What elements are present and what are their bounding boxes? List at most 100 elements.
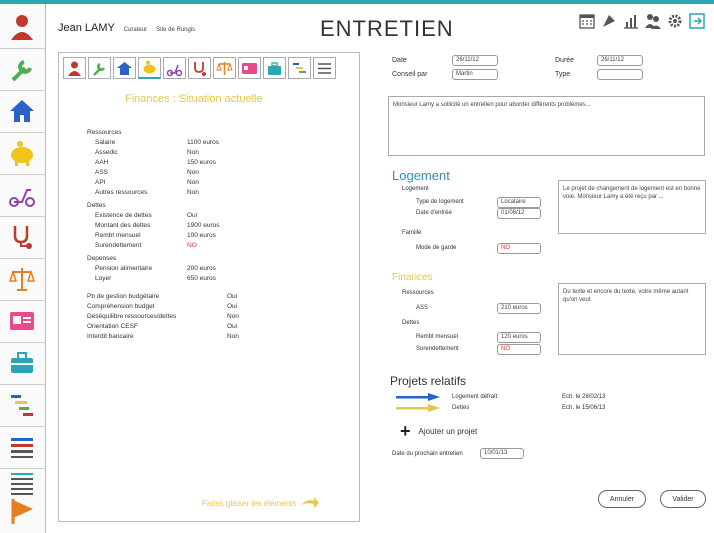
- table-row: Assedic Non: [95, 149, 199, 156]
- dettes-label: Dettes: [87, 202, 106, 209]
- scooter-icon[interactable]: [3, 176, 41, 214]
- table-row: Autres ressources Non: [95, 189, 199, 196]
- projets-heading: Projets relatifs: [390, 374, 467, 388]
- validate-button[interactable]: Valider: [660, 490, 706, 508]
- stethoscope-icon[interactable]: [3, 218, 41, 256]
- user-name: Jean LAMY: [58, 22, 115, 34]
- add-project-button[interactable]: + Ajouter un projet: [400, 421, 478, 441]
- date-entree-label: Date d'entrée: [416, 210, 452, 216]
- table-row: Compréhension budget Oui: [87, 303, 238, 310]
- table-row: AAH 150 euros: [95, 159, 216, 166]
- date-label: Date: [392, 57, 407, 64]
- tab-justice[interactable]: [213, 57, 236, 79]
- finances-notes[interactable]: Du texte et encore du texte, votre même …: [558, 283, 706, 355]
- table-row: Salaire 1100 euros: [95, 139, 220, 146]
- table-row: Pb de gestion budgétaire Oui: [87, 293, 238, 300]
- type-logement-field[interactable]: Locataire: [497, 197, 541, 208]
- ass-field[interactable]: 210 euros: [497, 303, 541, 314]
- table-row: API Non: [95, 179, 199, 186]
- category-tabs: [63, 57, 336, 79]
- table-row: Interdit bancaire Non: [87, 333, 239, 340]
- finances-table: Ressources Salaire 1100 euros Assedic Non …: [87, 125, 239, 342]
- scales-icon[interactable]: [3, 260, 41, 298]
- tab-home[interactable]: [113, 57, 136, 79]
- table-row: ASS Non: [95, 169, 199, 176]
- logement-heading: Logement: [392, 168, 450, 183]
- table-row: Orientation CESF Oui: [87, 323, 238, 330]
- tab-menu[interactable]: [313, 57, 336, 79]
- tab-wrench[interactable]: [88, 57, 111, 79]
- garde-label: Mode de garde: [416, 245, 457, 251]
- page-title: ENTRETIEN: [320, 16, 454, 41]
- tab-scooter[interactable]: [163, 57, 186, 79]
- dettes-right-label: Dettes: [402, 320, 420, 326]
- tab-health[interactable]: [188, 57, 211, 79]
- conseil-label: Conseil par: [392, 71, 428, 78]
- date-entree-field[interactable]: 01/08/12: [497, 208, 541, 219]
- tab-user[interactable]: [63, 57, 86, 79]
- finances-heading: Finances: [392, 272, 433, 283]
- chart-icon[interactable]: [622, 12, 640, 30]
- home-icon[interactable]: [3, 92, 41, 130]
- notes-textarea[interactable]: Monsieur Lamy a sollicité un entretien p…: [388, 96, 705, 156]
- duree-label: Durée: [555, 57, 575, 64]
- surendet-field[interactable]: NO: [497, 344, 541, 355]
- user-icon[interactable]: [3, 8, 41, 46]
- user-role: Curateur: [123, 27, 148, 33]
- id-card-icon[interactable]: [3, 302, 41, 340]
- wrench-icon[interactable]: [3, 50, 41, 88]
- garde-field[interactable]: NO: [497, 243, 541, 254]
- pen-nib-icon[interactable]: [600, 12, 618, 30]
- rembt-field[interactable]: 120 euros: [497, 332, 541, 343]
- drag-elements-link[interactable]: Faites glisser les éléments: [202, 496, 320, 510]
- date-field[interactable]: 26/11/12: [452, 55, 498, 66]
- table-row: Pension alimentaire 200 euros: [95, 265, 216, 272]
- add-project-label: Ajouter un projet: [418, 426, 478, 436]
- type-field[interactable]: [597, 69, 643, 80]
- user-header: Jean LAMY Curateur Site de Rungis: [58, 22, 195, 34]
- settings-gear-icon[interactable]: [666, 12, 684, 30]
- list-icon[interactable]: [3, 428, 41, 466]
- top-toolbar: [578, 12, 706, 30]
- next-meeting-field[interactable]: 10/01/13: [480, 448, 524, 459]
- table-row: Surendettement NO: [95, 242, 197, 249]
- plus-icon: +: [400, 421, 411, 441]
- surendet-label: Surendettement: [416, 346, 459, 352]
- arrow-right-icon: [396, 393, 440, 401]
- top-accent-line: [0, 0, 714, 4]
- table-row: Montant des dettes 1900 euros: [95, 222, 220, 229]
- table-row: Loyer 650 euros: [95, 275, 216, 282]
- briefcase-icon[interactable]: [3, 344, 41, 382]
- user-site: Site de Rungis: [156, 27, 196, 33]
- tab-identity[interactable]: [238, 57, 261, 79]
- arrow-right-icon: [301, 497, 320, 508]
- logout-icon[interactable]: [688, 12, 706, 30]
- next-meeting-label: Date du prochain entretien: [392, 451, 463, 457]
- finances-panel: Finances : Situation actuelle Ressources…: [58, 52, 360, 522]
- type-logement-label: Type de logement: [416, 199, 464, 205]
- tab-projects[interactable]: [288, 57, 311, 79]
- piggy-bank-icon[interactable]: [3, 134, 41, 172]
- finances-title: Finances : Situation actuelle: [125, 93, 263, 105]
- logement-group-label: Logement: [402, 186, 429, 192]
- tab-work[interactable]: [263, 57, 286, 79]
- flag-icon[interactable]: [3, 492, 41, 530]
- conseil-field[interactable]: Martin: [452, 69, 498, 80]
- table-row: Rembt mensuel 100 euros: [95, 232, 216, 239]
- gantt-icon[interactable]: [3, 386, 41, 424]
- ressources-label: Ressources: [87, 129, 122, 136]
- cancel-button[interactable]: Annuler: [598, 490, 646, 508]
- table-row: Déséquilibre ressources/dettes Non: [87, 313, 239, 320]
- calendar-icon[interactable]: [578, 12, 596, 30]
- type-label: Type: [555, 71, 571, 78]
- table-row: Existence de dettes Oui: [95, 212, 198, 219]
- left-nav-bar: [0, 4, 46, 533]
- drag-elements-label: Faites glisser les éléments: [202, 498, 297, 508]
- project-item-logement[interactable]: Logement défraît Ech. le 28/02/13: [396, 393, 605, 401]
- project-item-dettes[interactable]: Dettes Ech. le 15/06/13: [396, 404, 605, 412]
- duree-field[interactable]: 26/11/12: [597, 55, 643, 66]
- logement-notes[interactable]: Le projet de changement de logement est …: [558, 180, 706, 234]
- people-icon[interactable]: [644, 12, 662, 30]
- ass-label: ASS: [416, 305, 429, 311]
- tab-finances[interactable]: [138, 57, 161, 79]
